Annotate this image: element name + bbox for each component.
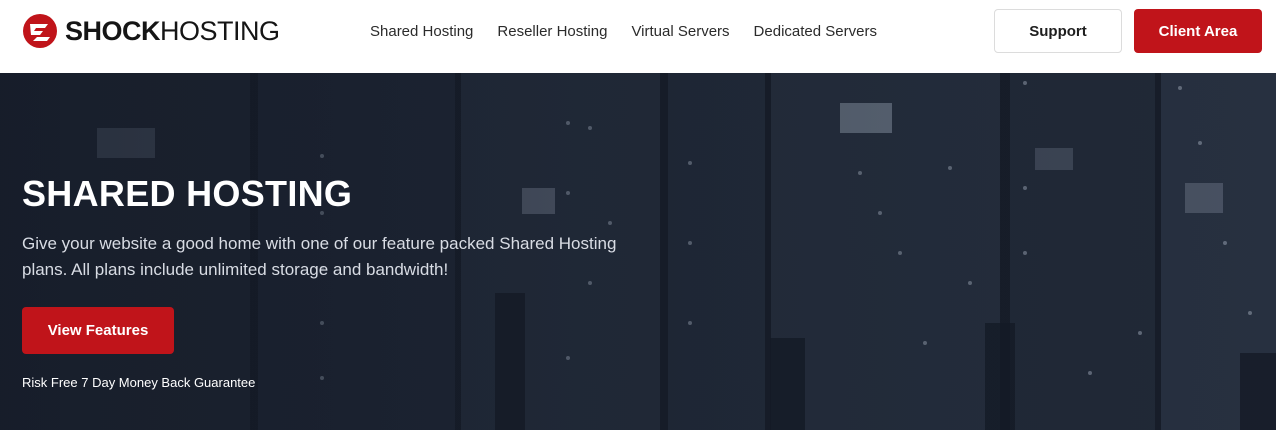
logo-text-bold: SHOCK [65,15,161,46]
nav-dedicated-servers[interactable]: Dedicated Servers [754,23,877,40]
support-button[interactable]: Support [994,9,1122,53]
view-features-button[interactable]: View Features [22,307,174,354]
main-nav: Shared Hosting Reseller Hosting Virtual … [370,0,877,62]
site-header: SHOCKHOSTING Shared Hosting Reseller Hos… [0,0,1276,73]
site-logo[interactable]: SHOCKHOSTING [21,12,280,50]
nav-reseller-hosting[interactable]: Reseller Hosting [497,23,607,40]
nav-virtual-servers[interactable]: Virtual Servers [631,23,729,40]
logo-text: SHOCKHOSTING [65,15,280,46]
nav-shared-hosting[interactable]: Shared Hosting [370,23,473,40]
shock-logo-icon [23,14,57,48]
client-area-button[interactable]: Client Area [1134,9,1262,53]
hero-title: SHARED HOSTING [22,173,353,214]
hero-section: SHARED HOSTING Give your website a good … [0,73,1276,430]
money-back-guarantee-text: Risk Free 7 Day Money Back Guarantee [22,375,256,390]
logo-text-light: HOSTING [160,15,280,46]
hero-description: Give your website a good home with one o… [22,234,617,279]
